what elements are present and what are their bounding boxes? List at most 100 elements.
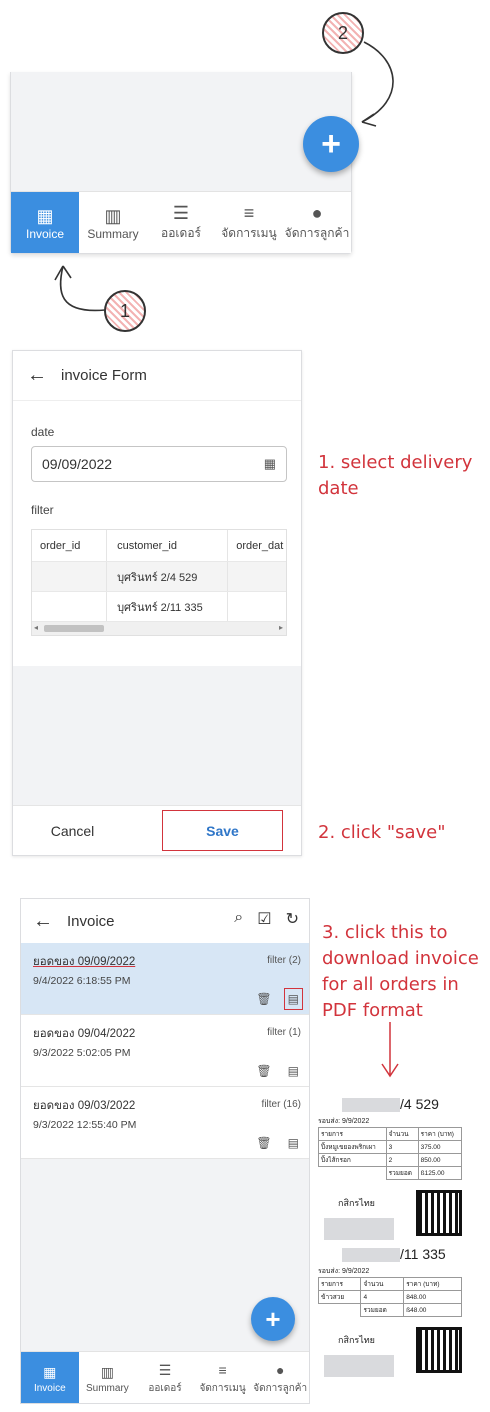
- nav-invoice[interactable]: ▦ Invoice: [11, 192, 79, 253]
- invoice-title: ยอดของ 09/03/2022: [33, 1100, 136, 1112]
- back-arrow-icon[interactable]: ←: [27, 364, 47, 387]
- nav-label: จัดการลูกค้า: [253, 1383, 308, 1394]
- chart-icon: ▥: [104, 205, 122, 226]
- invoice-created: 9/3/2022 5:02:05 PM: [33, 1047, 131, 1059]
- cell: บุศรินทร์ 2/11 335: [107, 592, 229, 621]
- trash-icon[interactable]: 🗑: [256, 1064, 271, 1078]
- trash-icon[interactable]: 🗑: [256, 1136, 271, 1150]
- document-icon[interactable]: ▤: [288, 1136, 299, 1150]
- person-icon: ●: [311, 203, 323, 223]
- cell: [32, 562, 108, 591]
- back-arrow-icon[interactable]: ←: [33, 910, 53, 933]
- nav-label: Invoice: [33, 1383, 66, 1394]
- nav-label: Summary: [87, 226, 139, 241]
- col-header: จำนวน: [360, 1277, 405, 1291]
- nav-orders[interactable]: ☰ ออเดอร์: [147, 192, 215, 253]
- refresh-icon[interactable]: ↻: [286, 909, 299, 929]
- form-footer: Cancel Save: [13, 805, 301, 855]
- cell: 375.00: [417, 1140, 463, 1154]
- chart-icon: ▥: [100, 1364, 114, 1380]
- nav-label: ออเดอร์: [161, 226, 201, 240]
- nav-invoice[interactable]: ▦ Invoice: [21, 1352, 79, 1403]
- note-download-pdf: 3. click this to download invoice for al…: [322, 922, 479, 1021]
- invoice-filter-count: filter (2): [267, 955, 301, 966]
- cell: [32, 592, 108, 621]
- horizontal-scrollbar[interactable]: ◂ ▸: [32, 622, 286, 635]
- plus-icon: +: [321, 124, 341, 163]
- trash-icon[interactable]: 🗑: [256, 992, 271, 1006]
- document-icon[interactable]: ▤: [283, 988, 304, 1010]
- invoice-title: ยอดของ 09/09/2022: [33, 956, 136, 968]
- invoice-actions: 🗑 ▤: [256, 1136, 299, 1150]
- burger-icon: ☰: [158, 1362, 172, 1378]
- cell: 848.00: [403, 1290, 462, 1304]
- redacted-account: [324, 1355, 394, 1377]
- receipt-preview: /4 529 รอบส่ง: 9/9/2022 รายการ จำนวน ราค…: [318, 1096, 463, 1240]
- nav-label: Summary: [85, 1383, 129, 1394]
- cell: 2: [385, 1153, 419, 1167]
- col-header: รายการ: [318, 1127, 387, 1141]
- arrow-down: [381, 1022, 399, 1078]
- nav-menu-management[interactable]: ≡ จัดการเมนู: [215, 192, 283, 253]
- invoice-item[interactable]: ยอดของ 09/04/2022 9/3/2022 5:02:05 PM fi…: [21, 1015, 309, 1087]
- cancel-button[interactable]: Cancel: [13, 806, 132, 855]
- bank-name: กสิกรไทย: [338, 1335, 375, 1345]
- note-select-date: 1. select delivery date: [318, 452, 473, 499]
- person-icon: ●: [275, 1362, 285, 1378]
- col-header[interactable]: customer_id: [107, 530, 229, 561]
- scroll-thumb[interactable]: [44, 625, 104, 632]
- date-label: date: [31, 425, 55, 439]
- table-row[interactable]: บุศรินทร์ 2/4 529: [32, 562, 286, 592]
- date-value: 09/09/2022: [42, 456, 113, 472]
- col-header[interactable]: order_id: [32, 530, 108, 561]
- table-header: order_id customer_id order_dat: [32, 530, 286, 562]
- document-icon[interactable]: ▤: [288, 1064, 299, 1078]
- nav-label: Invoice: [25, 226, 65, 241]
- cell: 4: [360, 1290, 405, 1304]
- invoice-item[interactable]: ยอดของ 09/03/2022 9/3/2022 12:55:40 PM f…: [21, 1087, 309, 1159]
- add-invoice-fab[interactable]: +: [303, 116, 359, 172]
- orders-table: order_id customer_id order_dat บุศรินทร์…: [31, 529, 287, 636]
- cell: [228, 592, 286, 621]
- nav-customer-management[interactable]: ● จัดการลูกค้า: [283, 192, 351, 253]
- calendar-icon[interactable]: ▦: [264, 456, 276, 472]
- checkbox-icon[interactable]: ☑: [257, 909, 271, 929]
- invoice-item[interactable]: ยอดของ 09/09/2022 9/4/2022 6:18:55 PM fi…: [21, 943, 309, 1015]
- scroll-right-icon[interactable]: ▸: [279, 623, 283, 632]
- cell: ปิ้งไส้กรอก: [318, 1153, 387, 1167]
- bank-name: กสิกรไทย: [338, 1198, 375, 1208]
- nav-label: จัดการเมนู: [221, 226, 277, 240]
- table-row[interactable]: บุศรินทร์ 2/11 335: [32, 592, 286, 622]
- date-field[interactable]: 09/09/2022 ▦: [31, 446, 287, 482]
- col-header[interactable]: order_dat: [228, 530, 286, 561]
- total-label: รวมยอด: [385, 1166, 419, 1180]
- nav-orders[interactable]: ☰ ออเดอร์: [136, 1352, 194, 1403]
- invoice-created: 9/3/2022 12:55:40 PM: [33, 1119, 137, 1131]
- total-value: ß48.00: [403, 1303, 462, 1317]
- redacted-name: [342, 1248, 400, 1262]
- nav-menu-management[interactable]: ≡ จัดการเมนู: [194, 1352, 252, 1403]
- calendar-icon: ▦: [36, 205, 54, 226]
- redacted-name: [342, 1098, 400, 1112]
- plus-icon: +: [265, 1303, 281, 1334]
- nav-customer-management[interactable]: ● จัดการลูกค้า: [251, 1352, 309, 1403]
- cell: 3: [385, 1140, 419, 1154]
- cell: ข้าวสวย: [317, 1290, 362, 1304]
- total-label: รวมยอด: [360, 1303, 405, 1317]
- receipt-table: รายการ จำนวน ราคา (บาท) ข้าวสวย 4 848.00…: [317, 1277, 462, 1317]
- bottom-nav: ▦ Invoice ▥ Summary ☰ ออเดอร์ ≡ จัดการเม…: [11, 191, 351, 253]
- receipt-table: รายการ จำนวน ราคา (บาท) ปิ้งหมูเขยองพริก…: [318, 1127, 463, 1180]
- receipt-title: /11 335: [400, 1246, 446, 1262]
- add-invoice-fab[interactable]: +: [251, 1297, 295, 1341]
- invoice-created: 9/4/2022 6:18:55 PM: [33, 975, 131, 987]
- scroll-left-icon[interactable]: ◂: [34, 623, 38, 632]
- bottom-nav: ▦ Invoice ▥ Summary ☰ ออเดอร์ ≡ จัดการเม…: [21, 1351, 309, 1403]
- save-button[interactable]: Save: [162, 810, 283, 851]
- invoice-title: ยอดของ 09/04/2022: [33, 1028, 136, 1040]
- receipt-preview: /11 335 รอบส่ง: 9/9/2022 รายการ จำนวน รา…: [317, 1246, 462, 1377]
- search-icon[interactable]: ⌕: [234, 909, 243, 929]
- nav-summary[interactable]: ▥ Summary: [79, 1352, 137, 1403]
- nav-summary[interactable]: ▥ Summary: [79, 192, 147, 253]
- header-actions: ⌕ ☑ ↻: [234, 909, 299, 929]
- note-click-save: 2. click "save": [318, 822, 446, 843]
